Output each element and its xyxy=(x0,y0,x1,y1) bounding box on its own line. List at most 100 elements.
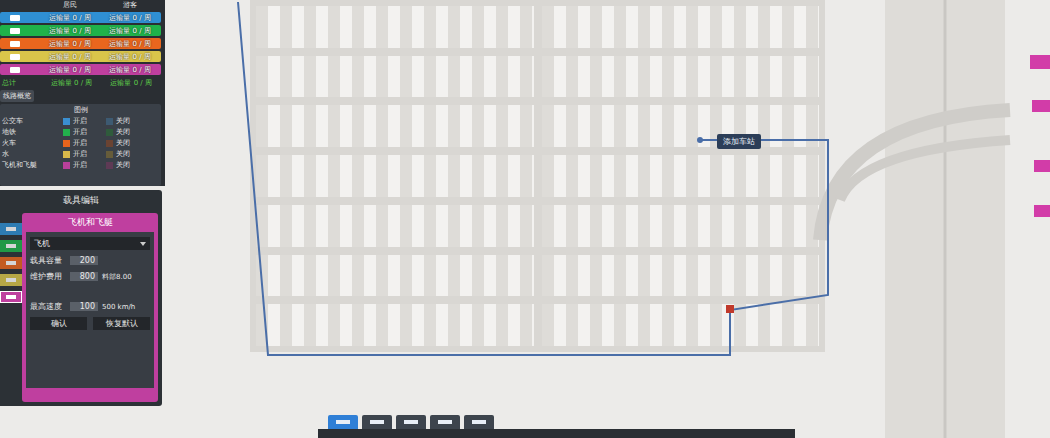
route-line[interactable] xyxy=(238,2,828,355)
line-overview-button[interactable]: 线路概览 xyxy=(0,90,34,102)
city-block xyxy=(542,6,820,48)
resident-count: 运输量 0 / 周 xyxy=(40,26,100,36)
building xyxy=(1034,160,1050,172)
transport-overview-panel: 居民游客 运输量 0 / 周 运输量 0 / 周 运输量 0 / 周 运输量 0… xyxy=(0,0,165,186)
city-block xyxy=(256,6,534,48)
on-label: 开启 xyxy=(73,160,103,170)
building xyxy=(1032,100,1050,112)
vehicle-icon xyxy=(6,278,16,282)
toolbar-tab[interactable] xyxy=(464,415,494,429)
resident-count: 运输量 0 / 周 xyxy=(40,52,100,62)
column-header: 游客 xyxy=(100,0,160,10)
editor-button[interactable]: 恢复默认 xyxy=(93,317,150,330)
vehicle-editor-panel: 载具编辑 飞机和飞艇 飞机 载具容量 200 维护费用 800 料部8.00最高… xyxy=(0,190,162,406)
overview-header: 居民游客 xyxy=(0,0,165,10)
off-label: 关闭 xyxy=(116,127,146,137)
legend-row: 飞机和飞艇 开启 关闭 xyxy=(2,160,159,170)
toolbar-tab[interactable] xyxy=(362,415,392,429)
on-swatch xyxy=(63,151,70,158)
editor-tab[interactable] xyxy=(0,257,22,269)
total-label: 总计 xyxy=(0,78,42,88)
field-label: 最高速度 xyxy=(30,301,66,312)
resident-count: 运输量 0 / 周 xyxy=(42,78,102,88)
legend-label: 火车 xyxy=(2,138,60,148)
tourist-count: 运输量 0 / 周 xyxy=(100,26,160,36)
category-card: 飞机和飞艇 飞机 载具容量 200 维护费用 800 料部8.00 最高速度 10… xyxy=(22,213,158,402)
city-block xyxy=(256,205,534,247)
off-label: 关闭 xyxy=(116,160,146,170)
resident-count: 运输量 0 / 周 xyxy=(40,39,100,49)
city-block xyxy=(542,155,820,197)
off-swatch xyxy=(106,118,113,125)
vehicle-icon xyxy=(438,420,452,424)
toolbar-tab[interactable] xyxy=(328,415,358,429)
legend: 图例 公交车 开启 关闭地铁 开启 关闭火车 开启 关闭水 开启 关闭飞机和飞艇… xyxy=(0,104,161,186)
editor-field: 载具容量 200 xyxy=(30,255,150,266)
resident-count: 运输量 0 / 周 xyxy=(40,13,100,23)
editor-tab[interactable] xyxy=(0,274,22,286)
transport-row[interactable]: 运输量 0 / 周 运输量 0 / 周 xyxy=(0,51,161,62)
off-swatch xyxy=(106,151,113,158)
editor-field: 维护费用 800 料部8.00 xyxy=(30,271,150,282)
legend-row: 公交车 开启 关闭 xyxy=(2,116,159,126)
field-input[interactable]: 200 xyxy=(70,256,98,265)
legend-title: 图例 xyxy=(2,105,159,115)
caret-icon xyxy=(140,242,146,246)
on-label: 开启 xyxy=(73,127,103,137)
toolbar-tab[interactable] xyxy=(430,415,460,429)
legend-label: 地铁 xyxy=(2,127,60,137)
highway xyxy=(885,0,1005,438)
on-label: 开启 xyxy=(73,138,103,148)
city-block xyxy=(256,105,534,147)
vehicle-dropdown[interactable]: 飞机 xyxy=(30,237,150,250)
toolbar-tab[interactable] xyxy=(396,415,426,429)
add-stop-tooltip: 添加车站 xyxy=(717,134,761,149)
transport-row[interactable]: 运输量 0 / 周 运输量 0 / 周 xyxy=(0,12,161,23)
legend-row: 地铁 开启 关闭 xyxy=(2,127,159,137)
off-swatch xyxy=(106,129,113,136)
editor-button[interactable]: 确认 xyxy=(30,317,87,330)
off-swatch xyxy=(106,162,113,169)
legend-label: 飞机和飞艇 xyxy=(2,160,60,170)
on-label: 开启 xyxy=(73,116,103,126)
editor-field: 最高速度 100 500 km/h xyxy=(30,301,150,312)
vehicle-icon xyxy=(10,54,20,60)
legend-label: 公交车 xyxy=(2,116,60,126)
field-input[interactable]: 800 xyxy=(70,272,98,281)
highway-divider xyxy=(944,0,947,438)
category-title: 飞机和飞艇 xyxy=(22,213,158,232)
legend-row: 火车 开启 关闭 xyxy=(2,138,159,148)
field-input[interactable]: 100 xyxy=(70,302,98,311)
legend-row: 水 开启 关闭 xyxy=(2,149,159,159)
field-note: 料部8.00 xyxy=(102,272,132,282)
transport-row[interactable]: 运输量 0 / 周 运输量 0 / 周 xyxy=(0,38,161,49)
vehicle-icon xyxy=(336,420,350,424)
city-block xyxy=(542,255,820,297)
dropdown-value: 飞机 xyxy=(34,238,50,249)
tourist-count: 运输量 0 / 周 xyxy=(100,13,160,23)
vehicle-icon xyxy=(10,28,20,34)
city-block xyxy=(256,255,534,297)
on-swatch xyxy=(63,129,70,136)
cursor-icon xyxy=(726,305,734,313)
on-swatch xyxy=(63,140,70,147)
off-label: 关闭 xyxy=(116,116,146,126)
editor-tab[interactable] xyxy=(0,291,22,303)
transport-row[interactable]: 运输量 0 / 周 运输量 0 / 周 xyxy=(0,25,161,36)
off-label: 关闭 xyxy=(116,138,146,148)
field-label: 载具容量 xyxy=(30,255,66,266)
tourist-count: 运输量 0 / 周 xyxy=(100,65,160,75)
ramp xyxy=(820,110,1010,240)
off-swatch xyxy=(106,140,113,147)
city-block xyxy=(256,304,534,346)
tourist-count: 运输量 0 / 周 xyxy=(100,39,160,49)
route-end-icon[interactable] xyxy=(697,137,703,143)
city-block xyxy=(542,56,820,98)
city-block xyxy=(542,205,820,247)
legend-label: 水 xyxy=(2,149,60,159)
on-swatch xyxy=(63,162,70,169)
on-label: 开启 xyxy=(73,149,103,159)
transport-row[interactable]: 运输量 0 / 周 运输量 0 / 周 xyxy=(0,64,161,75)
editor-tab[interactable] xyxy=(0,240,22,252)
editor-tab[interactable] xyxy=(0,223,22,235)
